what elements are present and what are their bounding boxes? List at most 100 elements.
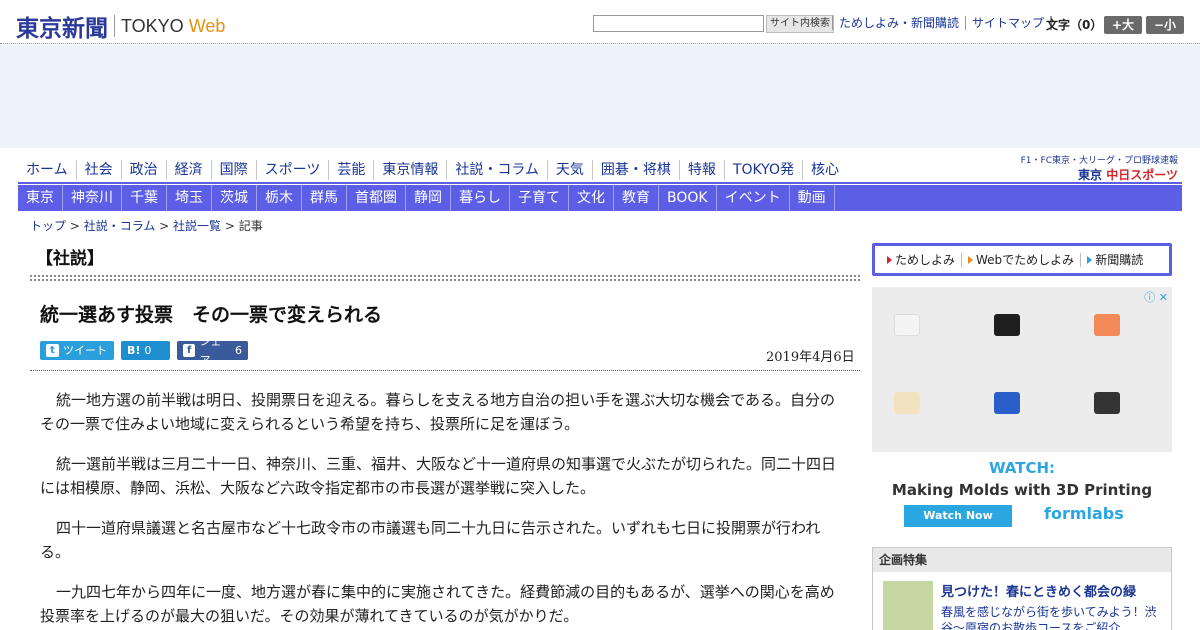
triangle-icon bbox=[1087, 255, 1093, 264]
nav-item-entertainment[interactable]: 芸能 bbox=[329, 160, 375, 180]
region-ibaraki[interactable]: 茨城 bbox=[212, 185, 257, 211]
category-divider bbox=[30, 275, 860, 281]
article-divider bbox=[30, 370, 860, 371]
chunichi-sports-link[interactable]: F1・FC東京・大リーグ・プロ野球速報 東京 中日スポーツ bbox=[1021, 153, 1178, 183]
breadcrumb-list[interactable]: 社説一覧 bbox=[173, 219, 221, 233]
nav-item-culture[interactable]: 文化 bbox=[569, 185, 614, 211]
region-shizuoka[interactable]: 静岡 bbox=[406, 185, 451, 211]
facebook-icon: f bbox=[183, 344, 196, 357]
ad-product-shape bbox=[994, 392, 1020, 414]
breadcrumb-separator: > bbox=[155, 219, 174, 233]
hatena-count: 0 bbox=[144, 344, 152, 357]
chunichi-brand: 中日スポーツ bbox=[1106, 168, 1178, 182]
logo-japanese: 東京新聞 bbox=[16, 15, 108, 42]
ad-info-icon[interactable]: ⓘ ✕ bbox=[1144, 289, 1168, 305]
ad-product-shape bbox=[894, 392, 920, 414]
region-tochigi[interactable]: 栃木 bbox=[257, 185, 302, 211]
article-paragraph: 統一地方選の前半戦は明日、投開票日を迎える。暮らしを支える地方自治の担い手を選ぶ… bbox=[40, 391, 835, 433]
primary-nav: ホーム 社会 政治 経済 国際 スポーツ 芸能 東京情報 社説・コラム 天気 囲… bbox=[18, 157, 1182, 184]
top-ad-banner bbox=[0, 45, 1200, 148]
breadcrumb-separator: > bbox=[221, 219, 239, 233]
nav-item-international[interactable]: 国際 bbox=[212, 160, 257, 180]
site-logo[interactable]: 東京新聞 TOKYO Web bbox=[16, 9, 225, 43]
logo-web: Web bbox=[188, 15, 226, 36]
ad-watch-now-button[interactable]: Watch Now bbox=[904, 505, 1012, 527]
ad-title: Making Molds with 3D Printing bbox=[891, 481, 1153, 499]
site-header: 東京新聞 TOKYO Web サイト内検索 ためしよみ・新聞購読 サイトマップ … bbox=[0, 0, 1200, 44]
nav-item-weather[interactable]: 天気 bbox=[548, 160, 593, 180]
subscribe-trial-label: ためしよみ bbox=[895, 252, 956, 267]
article-paragraph: 一九四七年から四年に一度、地方選が春に集中的に実施されてきた。経費節減の目的もあ… bbox=[40, 583, 835, 625]
article-paragraph: 四十一道府県議選と名古屋市など十七政令市の市議選も同二十九日に告示された。いずれ… bbox=[40, 519, 821, 561]
regional-nav: 東京 神奈川 千葉 埼玉 茨城 栃木 群馬 首都圏 静岡 暮らし 子育て 文化 … bbox=[18, 185, 1182, 211]
breadcrumb-current: 記事 bbox=[238, 219, 263, 233]
region-tokyo[interactable]: 東京 bbox=[18, 185, 63, 211]
font-increase-button[interactable]: +大 bbox=[1104, 16, 1142, 34]
region-shutoken[interactable]: 首都圏 bbox=[347, 185, 406, 211]
region-saitama[interactable]: 埼玉 bbox=[167, 185, 212, 211]
nav-item-parenting[interactable]: 子育て bbox=[510, 185, 569, 211]
ad-image bbox=[872, 287, 1172, 452]
region-gunma[interactable]: 群馬 bbox=[302, 185, 347, 211]
nav-item-go-shogi[interactable]: 囲碁・将棋 bbox=[593, 160, 680, 180]
chunichi-logo: 東京 中日スポーツ bbox=[1021, 166, 1178, 183]
ad-product-shape bbox=[894, 314, 920, 336]
ad-watch-label: WATCH: bbox=[988, 459, 1056, 477]
nav-item-book[interactable]: BOOK bbox=[659, 185, 717, 211]
font-decrease-button[interactable]: −小 bbox=[1146, 16, 1184, 34]
nav-item-home[interactable]: ホーム bbox=[18, 160, 77, 180]
subscribe-web-trial-label: Webでためしよみ bbox=[976, 252, 1075, 267]
facebook-share-button[interactable]: f シェア 6 bbox=[177, 335, 248, 367]
ad-product-shape bbox=[1094, 392, 1120, 414]
nav-item-society[interactable]: 社会 bbox=[77, 160, 122, 180]
nav-item-sports[interactable]: スポーツ bbox=[257, 160, 330, 180]
feature-title-link[interactable]: 見つけた！春にときめく都会の緑 bbox=[941, 581, 1136, 600]
font-size-label: 文字（0） bbox=[1046, 18, 1103, 32]
region-kanagawa[interactable]: 神奈川 bbox=[63, 185, 122, 211]
subscribe-trial-link[interactable]: ためしよみ bbox=[881, 252, 963, 267]
nav-item-tokuho[interactable]: 特報 bbox=[680, 160, 725, 180]
feature-thumbnail[interactable] bbox=[883, 581, 933, 630]
nav-item-event[interactable]: イベント bbox=[717, 185, 790, 211]
subscribe-paper-link[interactable]: 新聞購読 bbox=[1081, 253, 1149, 267]
article-paragraph: 統一選前半戦は三月二十一日、神奈川、三重、福井、大阪など十一道府県の知事選で火ぶ… bbox=[40, 455, 837, 497]
triangle-icon bbox=[887, 255, 892, 264]
site-search-button[interactable]: サイト内検索 bbox=[766, 15, 834, 33]
subscription-bar: ためしよみ Webでためしよみ 新聞購読 bbox=[872, 243, 1172, 276]
chunichi-tagline: F1・FC東京・大リーグ・プロ野球速報 bbox=[1020, 156, 1178, 166]
nav-item-education[interactable]: 教育 bbox=[614, 185, 659, 211]
subscribe-web-trial-link[interactable]: Webでためしよみ bbox=[962, 252, 1082, 267]
nav-item-living[interactable]: 暮らし bbox=[451, 185, 510, 211]
site-search-input[interactable] bbox=[593, 15, 764, 32]
ad-product-shape bbox=[1094, 314, 1120, 336]
breadcrumb-column[interactable]: 社説・コラム bbox=[84, 219, 156, 233]
region-chiba[interactable]: 千葉 bbox=[122, 185, 167, 211]
header-link-sitemap[interactable]: サイトマップ bbox=[965, 16, 1050, 30]
breadcrumb-top[interactable]: トップ bbox=[30, 219, 66, 233]
hatena-bookmark-button[interactable]: B! 0 bbox=[121, 341, 170, 360]
facebook-share-label: シェア bbox=[199, 334, 222, 367]
nav-item-editorial[interactable]: 社説・コラム bbox=[447, 160, 548, 180]
breadcrumb: トップ > 社説・コラム > 社説一覧 > 記事 bbox=[30, 217, 263, 234]
breadcrumb-separator: > bbox=[66, 219, 84, 233]
header-link-subscribe[interactable]: ためしよみ・新聞購読 bbox=[832, 16, 965, 30]
nav-item-tokyo-hatsu[interactable]: TOKYO発 bbox=[725, 160, 803, 180]
article-headline: 統一選あす投票 その一票で変えられる bbox=[40, 304, 383, 326]
logo-tokyo: TOKYO bbox=[121, 15, 184, 36]
chunichi-prefix: 東京 bbox=[1078, 168, 1103, 182]
nav-item-politics[interactable]: 政治 bbox=[122, 160, 167, 180]
article-date: 2019年4月6日 bbox=[766, 350, 855, 365]
feature-text-link[interactable]: 春風を感じながら街を歩いてみよう！渋谷～原宿のお散歩コースをご紹介 bbox=[941, 604, 1167, 630]
nav-item-economy[interactable]: 経済 bbox=[167, 160, 212, 180]
hatena-icon: B! bbox=[127, 344, 141, 357]
nav-item-video[interactable]: 動画 bbox=[790, 185, 835, 211]
nav-item-tokyo-info[interactable]: 東京情報 bbox=[374, 160, 448, 180]
tweet-label: ツイート bbox=[63, 344, 107, 357]
logo-divider bbox=[114, 15, 115, 37]
article-category: 【社説】 bbox=[36, 249, 104, 269]
nav-item-kakushin[interactable]: 核心 bbox=[803, 160, 847, 180]
sidebar-ad[interactable]: ⓘ ✕ WATCH: Making Molds with 3D Printing… bbox=[872, 287, 1172, 537]
ad-product-shape bbox=[994, 314, 1020, 336]
header-links: ためしよみ・新聞購読 サイトマップ bbox=[832, 16, 1053, 30]
tweet-button[interactable]: t ツイート bbox=[40, 341, 114, 360]
